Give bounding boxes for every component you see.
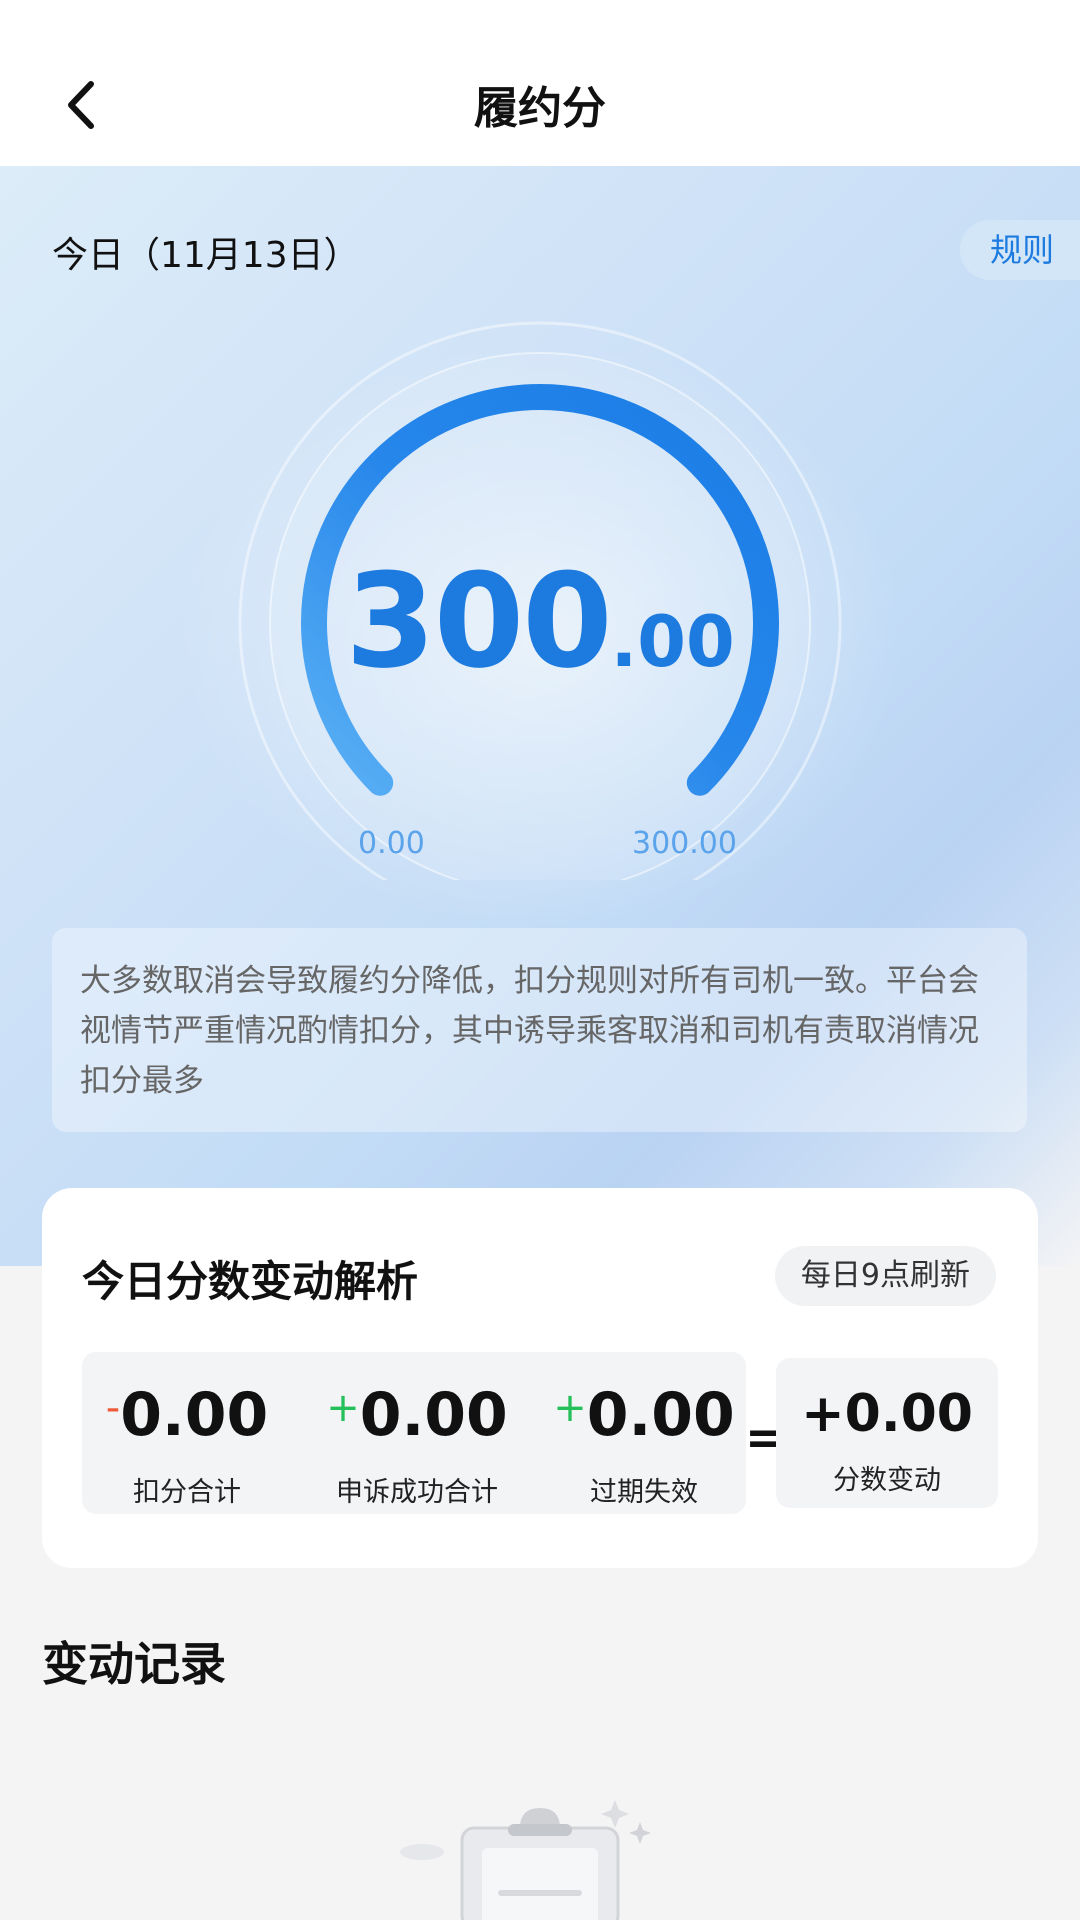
- stats-summary-box: -0.00 扣分合计 +0.00 申诉成功合计 +0.00 过期失效: [82, 1352, 746, 1514]
- stat-appeal-label: 申诉成功合计: [336, 1477, 498, 1508]
- stat-expired: +0.00 过期失效: [542, 1352, 746, 1514]
- sparkle-icon: [601, 1800, 629, 1828]
- stat-appeal-value: +0.00: [326, 1380, 508, 1450]
- score-rule-notice: 大多数取消会导致履约分降低，扣分规则对所有司机一致。平台会视情节严重情况酌情扣分…: [52, 928, 1027, 1132]
- gauge-max-label: 300.00: [632, 826, 737, 861]
- top-nav-bar: 履约分: [0, 0, 1080, 166]
- score-change-label: 分数变动: [833, 1465, 941, 1496]
- score-value: 300.00: [0, 545, 1080, 697]
- stat-appeal: +0.00 申诉成功合计: [292, 1352, 542, 1514]
- score-change-value: +0.00: [801, 1384, 973, 1444]
- score-change-box: +0.00 分数变动: [776, 1358, 998, 1508]
- score-integer: 300: [345, 545, 612, 697]
- rules-button[interactable]: 规则: [960, 220, 1080, 280]
- stat-deduction: -0.00 扣分合计: [82, 1352, 292, 1514]
- score-analysis-card: 今日分数变动解析 每日9点刷新 -0.00 扣分合计 +0.00 申诉成功合计 …: [42, 1188, 1038, 1568]
- analysis-title: 今日分数变动解析: [82, 1257, 419, 1306]
- refresh-time-badge: 每日9点刷新: [774, 1246, 996, 1306]
- empty-records-illustration: [400, 1800, 651, 1920]
- gauge-min-label: 0.00: [358, 826, 425, 861]
- change-records-title: 变动记录: [42, 1637, 226, 1691]
- stat-deduction-label: 扣分合计: [133, 1477, 241, 1508]
- stat-expired-label: 过期失效: [590, 1477, 698, 1508]
- page-title: 履约分: [474, 83, 606, 134]
- score-decimal: .00: [610, 601, 735, 683]
- stat-deduction-value: -0.00: [105, 1380, 269, 1450]
- stat-expired-value: +0.00: [553, 1380, 735, 1450]
- sparkle-icon: [629, 1822, 651, 1844]
- today-date-label: 今日（11月13日）: [52, 235, 360, 276]
